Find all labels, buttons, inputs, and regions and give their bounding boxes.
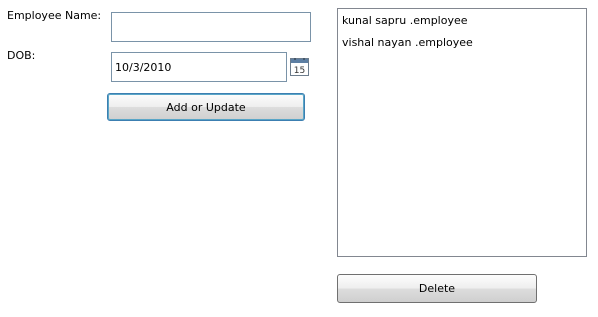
calendar-icon[interactable]: 15 xyxy=(290,58,309,76)
employee-name-field-box[interactable] xyxy=(111,12,311,42)
employee-name-label: Employee Name: xyxy=(7,9,102,22)
dob-date-input[interactable] xyxy=(112,53,286,81)
delete-button[interactable]: Delete xyxy=(337,274,537,303)
add-or-update-button[interactable]: Add or Update xyxy=(107,93,305,121)
calendar-day-text: 15 xyxy=(294,66,305,76)
list-item[interactable]: kunal sapru .employee xyxy=(338,11,586,33)
dob-field-box[interactable] xyxy=(111,52,287,82)
list-item[interactable]: vishal nayan .employee xyxy=(338,33,586,55)
dob-label: DOB: xyxy=(7,49,36,62)
employee-listbox[interactable]: kunal sapru .employee vishal nayan .empl… xyxy=(337,8,587,257)
employee-name-input[interactable] xyxy=(112,13,310,41)
